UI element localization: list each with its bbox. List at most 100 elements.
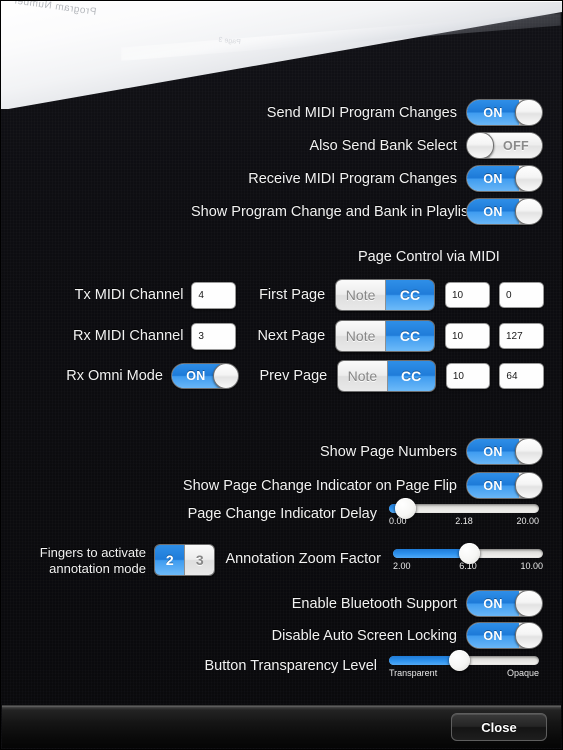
label-show-page-change-indicator: Show Page Change Indicator on Page Flip [182, 477, 457, 494]
toggle-send-midi-program-changes[interactable]: ON OFF [466, 99, 543, 126]
toggle-knob [515, 473, 542, 498]
segment-note[interactable]: Note [338, 361, 387, 391]
toggle-state-label: ON [483, 596, 503, 611]
slider-min-label: 2.00 [393, 561, 411, 571]
input-first-page-cc-value[interactable]: 0 [498, 282, 545, 308]
segment-note[interactable]: Note [336, 321, 386, 351]
toggle-rx-omni-mode[interactable]: ON OFF [170, 363, 239, 389]
row-show-page-numbers: Show Page Numbers ON OFF [111, 438, 543, 465]
segment-cc[interactable]: CC [385, 321, 434, 351]
label-send-midi-program-changes: Send MIDI Program Changes [266, 104, 457, 121]
segmented-fingers-count[interactable]: 2 3 [154, 544, 215, 576]
input-rx-midi-channel[interactable]: 3 [191, 322, 236, 350]
label-also-send-bank-select: Also Send Bank Select [309, 137, 457, 154]
label-fingers-line1: Fingers to activate [39, 545, 146, 560]
label-fingers-to-activate-annotation-mode: Fingers to activate annotation mode [31, 542, 146, 577]
input-next-page-cc-number[interactable]: 10 [444, 323, 490, 349]
label-page-change-indicator-delay: Page Change Indicator Delay [187, 506, 377, 522]
curl-sheen [121, 13, 561, 61]
row-fingers-and-zoom: Fingers to activate annotation mode 2 3 … [31, 542, 543, 577]
toggle-receive-midi-program-changes[interactable]: ON OFF [466, 165, 543, 192]
row-page-change-indicator-delay: Page Change Indicator Delay 0.00 2.18 20… [111, 498, 543, 528]
row-first-page: Tx MIDI Channel 4 First Page Note CC 10 … [41, 279, 545, 311]
page-curl-decoration: Program Number Page 3 [1, 1, 562, 109]
close-button[interactable]: Close [451, 713, 547, 741]
row-also-send-bank-select: Also Send Bank Select ON OFF [191, 132, 543, 159]
label-receive-midi-program-changes: Receive MIDI Program Changes [248, 170, 457, 187]
toggle-also-send-bank-select[interactable]: ON OFF [466, 132, 543, 159]
slider-track[interactable] [389, 650, 539, 671]
toggle-show-page-numbers[interactable]: ON OFF [466, 438, 543, 465]
slider-scale: 0.00 2.18 20.00 [389, 516, 539, 528]
input-next-page-cc-value[interactable]: 127 [498, 323, 545, 349]
label-next-page: Next Page [257, 328, 326, 344]
label-show-program-change-and-bank-in-playlists: Show Program Change and Bank in Playlist… [191, 203, 480, 220]
label-rx-midi-channel: Rx MIDI Channel [73, 328, 184, 344]
toggle-knob [515, 591, 542, 616]
toggle-knob [212, 364, 238, 388]
toggle-state-label: ON [483, 105, 503, 120]
label-tx-midi-channel: Tx MIDI Channel [74, 287, 184, 303]
slider-button-transparency-level[interactable]: Transparent Opaque [389, 650, 539, 680]
row-disable-auto-screen-locking: Disable Auto Screen Locking ON OFF [111, 622, 543, 649]
segment-fingers-2[interactable]: 2 [155, 545, 185, 575]
curl-sheet [1, 1, 562, 109]
bottom-toolbar: Close [2, 705, 561, 748]
toggle-knob [515, 199, 542, 224]
segmented-first-page-type[interactable]: Note CC [335, 279, 435, 311]
row-enable-bluetooth-support: Enable Bluetooth Support ON OFF [111, 590, 543, 617]
input-prev-page-cc-number[interactable]: 10 [445, 363, 491, 389]
segment-note[interactable]: Note [336, 280, 386, 310]
slider-track[interactable] [389, 498, 539, 519]
row-receive-midi-program-changes: Receive MIDI Program Changes ON OFF [191, 165, 543, 192]
toggle-off-track: OFF [490, 133, 542, 158]
toggle-on-track: ON [467, 473, 519, 498]
segment-fingers-3[interactable]: 3 [184, 545, 214, 575]
toggle-state-label: OFF [503, 138, 529, 153]
toggle-show-program-change-and-bank-in-playlists[interactable]: ON OFF [466, 198, 543, 225]
slider-max-label: Opaque [506, 668, 539, 678]
toggle-show-page-change-indicator[interactable]: ON OFF [466, 472, 543, 499]
label-button-transparency-level: Button Transparency Level [204, 658, 378, 674]
slider-track[interactable] [393, 543, 543, 564]
row-show-page-change-indicator: Show Page Change Indicator on Page Flip … [111, 472, 543, 499]
slider-scale: Transparent Opaque [389, 668, 539, 680]
row-prev-page: Rx Omni Mode ON OFF Prev Page Note CC 10… [41, 360, 544, 392]
row-show-program-change-and-bank-in-playlists: Show Program Change and Bank in Playlist… [191, 198, 543, 225]
label-show-page-numbers: Show Page Numbers [319, 443, 457, 460]
input-tx-midi-channel[interactable]: 4 [191, 281, 236, 309]
slider-annotation-zoom-factor[interactable]: 2.00 6.10 10.00 [393, 542, 543, 573]
toggle-knob [515, 166, 542, 191]
input-first-page-cc-number[interactable]: 10 [444, 282, 490, 308]
segment-cc[interactable]: CC [386, 361, 435, 391]
slider-value-label: 2.18 [455, 516, 473, 526]
label-enable-bluetooth-support: Enable Bluetooth Support [291, 595, 457, 612]
toggle-on-track: ON [467, 439, 519, 464]
segmented-prev-page-type[interactable]: Note CC [337, 360, 436, 392]
curl-mirror-text: Program Number [12, 1, 97, 18]
curl-edge [1, 1, 562, 109]
slider-scale: 2.00 6.10 10.00 [393, 561, 543, 573]
input-prev-page-cc-value[interactable]: 64 [499, 363, 544, 389]
toggle-state-label: ON [483, 204, 503, 219]
toggle-enable-bluetooth-support[interactable]: ON OFF [466, 590, 543, 617]
label-first-page: First Page [259, 287, 326, 303]
slider-page-change-indicator-delay[interactable]: 0.00 2.18 20.00 [389, 498, 539, 528]
toggle-on-track: ON [467, 623, 519, 648]
toggle-on-track: ON [467, 199, 519, 224]
slider-max-label: 10.00 [520, 561, 543, 571]
toggle-disable-auto-screen-locking[interactable]: ON OFF [466, 622, 543, 649]
toggle-state-label: ON [483, 444, 503, 459]
label-rx-omni-mode: Rx Omni Mode [66, 368, 163, 384]
toggle-knob [467, 133, 494, 158]
segment-cc[interactable]: CC [385, 280, 434, 310]
slider-max-label: 20.00 [516, 516, 539, 526]
toggle-state-label: ON [186, 369, 206, 383]
row-button-transparency-level: Button Transparency Level Transparent Op… [111, 650, 543, 680]
slider-min-label: Transparent [389, 668, 438, 678]
toggle-on-track: ON [467, 591, 519, 616]
settings-screen: Program Number Page 3 Send MIDI Program … [0, 0, 563, 750]
segmented-next-page-type[interactable]: Note CC [335, 320, 435, 352]
row-send-midi-program-changes: Send MIDI Program Changes ON OFF [191, 99, 543, 126]
label-prev-page: Prev Page [259, 368, 328, 384]
